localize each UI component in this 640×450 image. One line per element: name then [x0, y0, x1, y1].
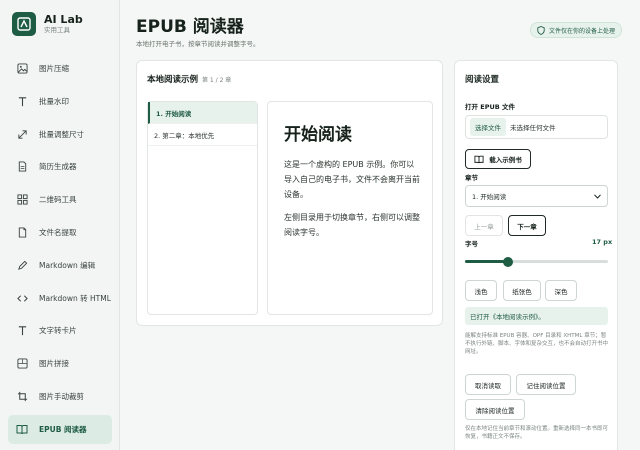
text-icon: [16, 95, 28, 107]
status-message: 已打开《本地阅读示例》。: [465, 307, 608, 325]
open-file-label: 打开 EPUB 文件: [465, 103, 515, 111]
theme-dark-button[interactable]: 深色: [545, 280, 577, 301]
slider-thumb[interactable]: [502, 256, 513, 267]
brand-name: AI Lab: [44, 13, 83, 26]
sidebar-item-label: EPUB 阅读器: [39, 424, 87, 434]
sidebar-item-resize[interactable]: 批量调整尺寸: [8, 120, 112, 149]
position-note: 仅在本地记住当前章节和滚动位置。重新选择同一本书即可恢复，书籍正文不保存。: [465, 426, 609, 440]
settings-panel: 阅读设置 打开 EPUB 文件 选择文件 未选择任何文件 载入示例书 章节 1.…: [454, 60, 618, 450]
sidebar-item-label: Markdown 编辑: [39, 260, 96, 270]
sidebar-item-watermark[interactable]: 批量水印: [8, 87, 112, 116]
next-chapter-button[interactable]: 下一章: [508, 215, 546, 236]
image-icon: [16, 63, 28, 75]
chapter-select-value: 1. 开始阅读: [472, 193, 507, 201]
toc-item[interactable]: 2. 第二章：本地优先: [148, 124, 257, 146]
sidebar-item-markdown-edit[interactable]: Markdown 编辑: [8, 251, 112, 280]
sidebar-item-label: 批量水印: [39, 96, 69, 106]
sidebar-item-text-card[interactable]: 文字转卡片: [8, 316, 112, 345]
image-icon: [16, 358, 28, 370]
app-logo-icon: [12, 12, 36, 36]
document-icon: [16, 161, 28, 173]
sidebar-item-qrcode[interactable]: 二维码工具: [8, 185, 112, 214]
file-status: 未选择任何文件: [510, 124, 556, 132]
sidebar-item-markdown-html[interactable]: Markdown 转 HTML: [8, 284, 112, 313]
theme-light-button[interactable]: 浅色: [465, 280, 497, 301]
chapter-count: 第 1 / 2 章: [202, 77, 232, 84]
brand[interactable]: AI Lab 实用工具: [12, 12, 83, 36]
load-sample-label: 载入示例书: [489, 156, 522, 164]
chapter-select[interactable]: 1. 开始阅读: [465, 185, 608, 207]
settings-title: 阅读设置: [465, 75, 500, 85]
resize-icon: [16, 128, 28, 140]
remember-position-button[interactable]: 记住阅读位置: [516, 374, 576, 395]
brand-subtitle: 实用工具: [44, 26, 70, 34]
grid-icon: [16, 194, 28, 206]
file-input[interactable]: 选择文件 未选择任何文件: [465, 115, 608, 139]
chapter-paragraph: 这是一个虚构的 EPUB 示例。你可以导入自己的电子书，文件不会离开当前设备。: [284, 160, 420, 199]
book-icon: [474, 155, 484, 163]
toc-item[interactable]: 1. 开始阅读: [148, 102, 257, 124]
chevron-down-icon: [594, 193, 601, 199]
page-subtitle: 本地打开电子书，按章节阅读并调整字号。: [136, 40, 260, 48]
chapter-label: 章节: [465, 174, 478, 182]
format-note: 能解支持标准 EPUB 容器、OPF 目录和 XHTML 章节；暂不执行外链、脚…: [465, 333, 609, 355]
sidebar-item-epub-reader[interactable]: EPUB 阅读器: [8, 414, 112, 444]
privacy-badge: 文件仅在你的设备上处理: [530, 22, 623, 38]
book-icon: [16, 423, 28, 435]
sidebar-item-image-stitch[interactable]: 图片拼接: [8, 349, 112, 378]
prev-chapter-button[interactable]: 上一章: [465, 215, 503, 236]
shield-icon: [537, 25, 545, 35]
sidebar-item-label: 批量调整尺寸: [39, 129, 84, 139]
text-icon: [16, 325, 28, 337]
sidebar-item-image-crop[interactable]: 图片手动裁剪: [8, 382, 112, 411]
font-size-label: 字号: [465, 240, 478, 248]
sidebar-item-image-compress[interactable]: 图片压缩: [8, 54, 112, 83]
sidebar-item-label: 图片拼接: [39, 359, 69, 369]
font-size-slider[interactable]: [465, 255, 608, 267]
clear-position-button[interactable]: 清除阅读位置: [465, 399, 525, 420]
chapter-heading: 开始阅读: [284, 125, 352, 145]
book-title: 本地阅读示例: [147, 75, 199, 85]
table-of-contents: 1. 开始阅读 2. 第二章：本地优先: [147, 101, 258, 315]
sidebar-item-resume[interactable]: 简历生成器: [8, 152, 112, 181]
choose-file-button[interactable]: 选择文件: [470, 118, 506, 136]
sidebar-item-label: Markdown 转 HTML: [39, 293, 111, 303]
sidebar-item-label: 文字转卡片: [39, 326, 77, 336]
sidebar-item-label: 简历生成器: [39, 162, 77, 172]
file-icon: [16, 226, 28, 238]
sidebar-item-filename[interactable]: 文件名提取: [8, 218, 112, 247]
sidebar-nav: 图片压缩 批量水印 批量调整尺寸 简历生成器 二维码工具 文件名提取 Markd…: [8, 54, 112, 448]
reader-panel: 本地阅读示例 第 1 / 2 章 1. 开始阅读 2. 第二章：本地优先 开始阅…: [136, 60, 443, 326]
cancel-load-button[interactable]: 取消读取: [465, 374, 511, 395]
chapter-content: 开始阅读 这是一个虚构的 EPUB 示例。你可以导入自己的电子书，文件不会离开当…: [267, 101, 433, 315]
sidebar-item-label: 图片手动裁剪: [39, 391, 84, 401]
sidebar-item-label: 文件名提取: [39, 227, 77, 237]
privacy-text: 文件仅在你的设备上处理: [549, 27, 616, 35]
chapter-paragraph: 左侧目录用于切换章节，右侧可以调整阅读字号。: [284, 213, 420, 237]
page-title: EPUB 阅读器: [136, 17, 244, 37]
sidebar-item-label: 图片压缩: [39, 64, 69, 73]
pen-icon: [16, 259, 28, 271]
load-sample-button[interactable]: 载入示例书: [465, 149, 531, 169]
code-icon: [16, 292, 28, 304]
font-size-value: 17 px: [592, 238, 613, 246]
sidebar-item-label: 二维码工具: [39, 195, 77, 205]
theme-paper-button[interactable]: 纸张色: [503, 280, 541, 301]
sidebar: AI Lab 实用工具 图片压缩 批量水印 批量调整尺寸 简历生成器 二维码工具…: [0, 0, 120, 450]
crop-icon: [16, 390, 28, 402]
